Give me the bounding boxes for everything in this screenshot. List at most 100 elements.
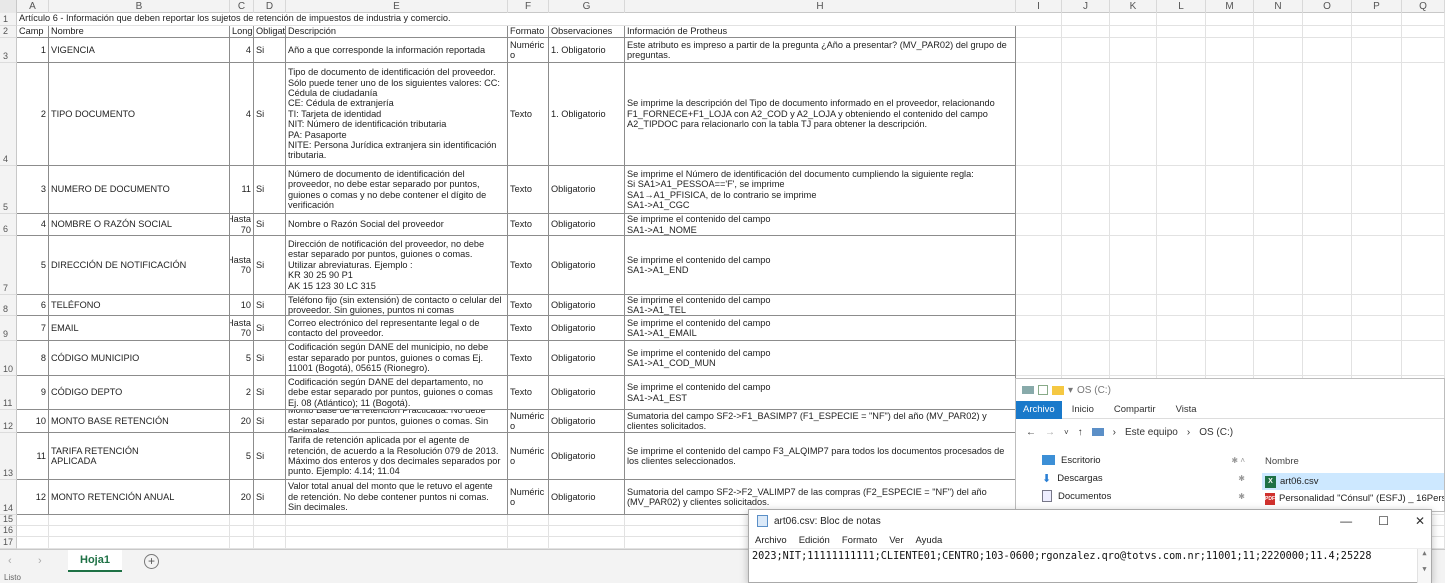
length-cell[interactable]: 5 — [230, 433, 254, 480]
observations-cell[interactable]: 1. Obligatorio — [549, 38, 625, 63]
column-header[interactable]: B — [49, 0, 230, 13]
next-sheet-icon[interactable]: › — [38, 555, 42, 567]
empty-cell[interactable] — [1062, 13, 1110, 26]
nav-item-descargas[interactable]: ⬇ Descargas ✱ — [1034, 469, 1249, 487]
empty-cell[interactable] — [1206, 63, 1254, 166]
format-cell[interactable]: Texto — [508, 236, 549, 295]
empty-cell[interactable] — [1352, 166, 1402, 214]
header-cell[interactable]: Formato — [508, 26, 549, 38]
required-cell[interactable]: Si — [254, 38, 286, 63]
column-header-nombre[interactable]: Nombre — [1262, 451, 1444, 473]
empty-cell[interactable] — [1206, 295, 1254, 316]
empty-cell[interactable] — [286, 537, 508, 549]
length-cell[interactable]: 20 — [230, 410, 254, 433]
description-cell[interactable]: Tarifa de retención aplicada por el agen… — [286, 433, 508, 480]
nav-item-documentos[interactable]: Documentos ✱ — [1034, 487, 1249, 505]
header-cell[interactable]: Descripción — [286, 26, 508, 38]
length-cell[interactable]: Hasta 70 — [230, 236, 254, 295]
field-number-cell[interactable]: 6 — [17, 295, 49, 316]
empty-cell[interactable] — [1206, 26, 1254, 38]
empty-cell[interactable] — [1303, 26, 1352, 38]
observations-cell[interactable]: Obligatorio — [549, 410, 625, 433]
empty-cell[interactable] — [1303, 295, 1352, 316]
field-number-cell[interactable]: 9 — [17, 376, 49, 410]
empty-cell[interactable] — [1254, 26, 1303, 38]
observations-cell[interactable]: Obligatorio — [549, 214, 625, 236]
empty-cell[interactable] — [1016, 295, 1062, 316]
empty-cell[interactable] — [1157, 316, 1206, 341]
description-cell[interactable]: Teléfono fijo (sin extensión) de contact… — [286, 295, 508, 316]
required-cell[interactable]: Si — [254, 63, 286, 166]
observations-cell[interactable]: Obligatorio — [549, 433, 625, 480]
header-cell[interactable]: Camp — [17, 26, 49, 38]
description-cell[interactable]: Año a que corresponde la información rep… — [286, 38, 508, 63]
header-cell[interactable]: Información de Protheus — [625, 26, 1016, 38]
empty-cell[interactable] — [1206, 316, 1254, 341]
column-header[interactable]: N — [1254, 0, 1303, 13]
empty-cell[interactable] — [1303, 38, 1352, 63]
empty-cell[interactable] — [1352, 63, 1402, 166]
empty-cell[interactable] — [1016, 236, 1062, 295]
field-name-cell[interactable]: DIRECCIÓN DE NOTIFICACIÓN — [49, 236, 230, 295]
length-cell[interactable]: 10 — [230, 295, 254, 316]
description-cell[interactable]: Monto Base de la retención Practicada. N… — [286, 410, 508, 433]
format-cell[interactable]: Texto — [508, 376, 549, 410]
empty-cell[interactable] — [1303, 63, 1352, 166]
breadcrumb-os-c[interactable]: OS (C:) — [1199, 427, 1233, 438]
empty-cell[interactable] — [1157, 13, 1206, 26]
empty-cell[interactable] — [1352, 13, 1402, 26]
column-header[interactable]: M — [1206, 0, 1254, 13]
empty-cell[interactable] — [508, 526, 549, 537]
properties-icon[interactable] — [1038, 385, 1048, 395]
field-name-cell[interactable]: VIGENCIA — [49, 38, 230, 63]
length-cell[interactable]: Hasta 70 — [230, 214, 254, 236]
empty-cell[interactable] — [1110, 38, 1157, 63]
empty-cell[interactable] — [230, 526, 254, 537]
empty-cell[interactable] — [1157, 214, 1206, 236]
header-cell[interactable]: Nombre — [49, 26, 230, 38]
required-cell[interactable]: Si — [254, 341, 286, 376]
length-cell[interactable]: 11 — [230, 166, 254, 214]
field-name-cell[interactable]: EMAIL — [49, 316, 230, 341]
ribbon-tab-inicio[interactable]: Inicio — [1062, 404, 1104, 415]
field-number-cell[interactable]: 4 — [17, 214, 49, 236]
protheus-info-cell[interactable]: Se imprime el contenido del campo SA1->A… — [625, 236, 1016, 295]
column-header[interactable]: J — [1062, 0, 1110, 13]
empty-cell[interactable] — [1303, 236, 1352, 295]
protheus-info-cell[interactable]: Se imprime el contenido del campo SA1->A… — [625, 376, 1016, 410]
field-number-cell[interactable]: 11 — [17, 433, 49, 480]
required-cell[interactable]: Si — [254, 214, 286, 236]
protheus-info-cell[interactable]: Se imprime el contenido del campo SA1->A… — [625, 214, 1016, 236]
protheus-info-cell[interactable]: Sumatoria del campo SF2->F1_BASIMP7 (F1_… — [625, 410, 1016, 433]
empty-cell[interactable] — [1402, 63, 1445, 166]
description-cell[interactable]: Tipo de documento de identificación del … — [286, 63, 508, 166]
column-header[interactable]: H — [625, 0, 1016, 13]
forward-arrow-icon[interactable]: → — [1045, 427, 1055, 438]
empty-cell[interactable] — [1402, 13, 1445, 26]
description-cell[interactable]: Número de documento de identificación de… — [286, 166, 508, 214]
empty-cell[interactable] — [230, 537, 254, 549]
row-header[interactable]: 10 — [0, 341, 17, 376]
field-name-cell[interactable]: CÓDIGO MUNICIPIO — [49, 341, 230, 376]
observations-cell[interactable]: Obligatorio — [549, 236, 625, 295]
observations-cell[interactable]: Obligatorio — [549, 316, 625, 341]
format-cell[interactable]: Numéric o — [508, 38, 549, 63]
empty-cell[interactable] — [1254, 316, 1303, 341]
empty-cell[interactable] — [17, 537, 49, 549]
empty-cell[interactable] — [1157, 166, 1206, 214]
row-header[interactable]: 11 — [0, 376, 17, 410]
empty-cell[interactable] — [1110, 166, 1157, 214]
empty-cell[interactable] — [1110, 26, 1157, 38]
field-number-cell[interactable]: 7 — [17, 316, 49, 341]
protheus-info-cell[interactable]: Se imprime la descripción del Tipo de do… — [625, 63, 1016, 166]
field-name-cell[interactable]: TARIFA RETENCIÓN APLICADA — [49, 433, 230, 480]
empty-cell[interactable] — [1157, 63, 1206, 166]
menu-ayuda[interactable]: Ayuda — [916, 535, 943, 546]
column-header[interactable]: A — [17, 0, 49, 13]
empty-cell[interactable] — [1110, 214, 1157, 236]
row-header[interactable]: 13 — [0, 433, 17, 480]
breadcrumb-este-equipo[interactable]: Este equipo — [1125, 427, 1178, 438]
sheet-title-cell[interactable]: Artículo 6 - Información que deben repor… — [17, 13, 1016, 26]
maximize-button[interactable]: ☐ — [1378, 514, 1389, 528]
empty-cell[interactable] — [508, 515, 549, 526]
